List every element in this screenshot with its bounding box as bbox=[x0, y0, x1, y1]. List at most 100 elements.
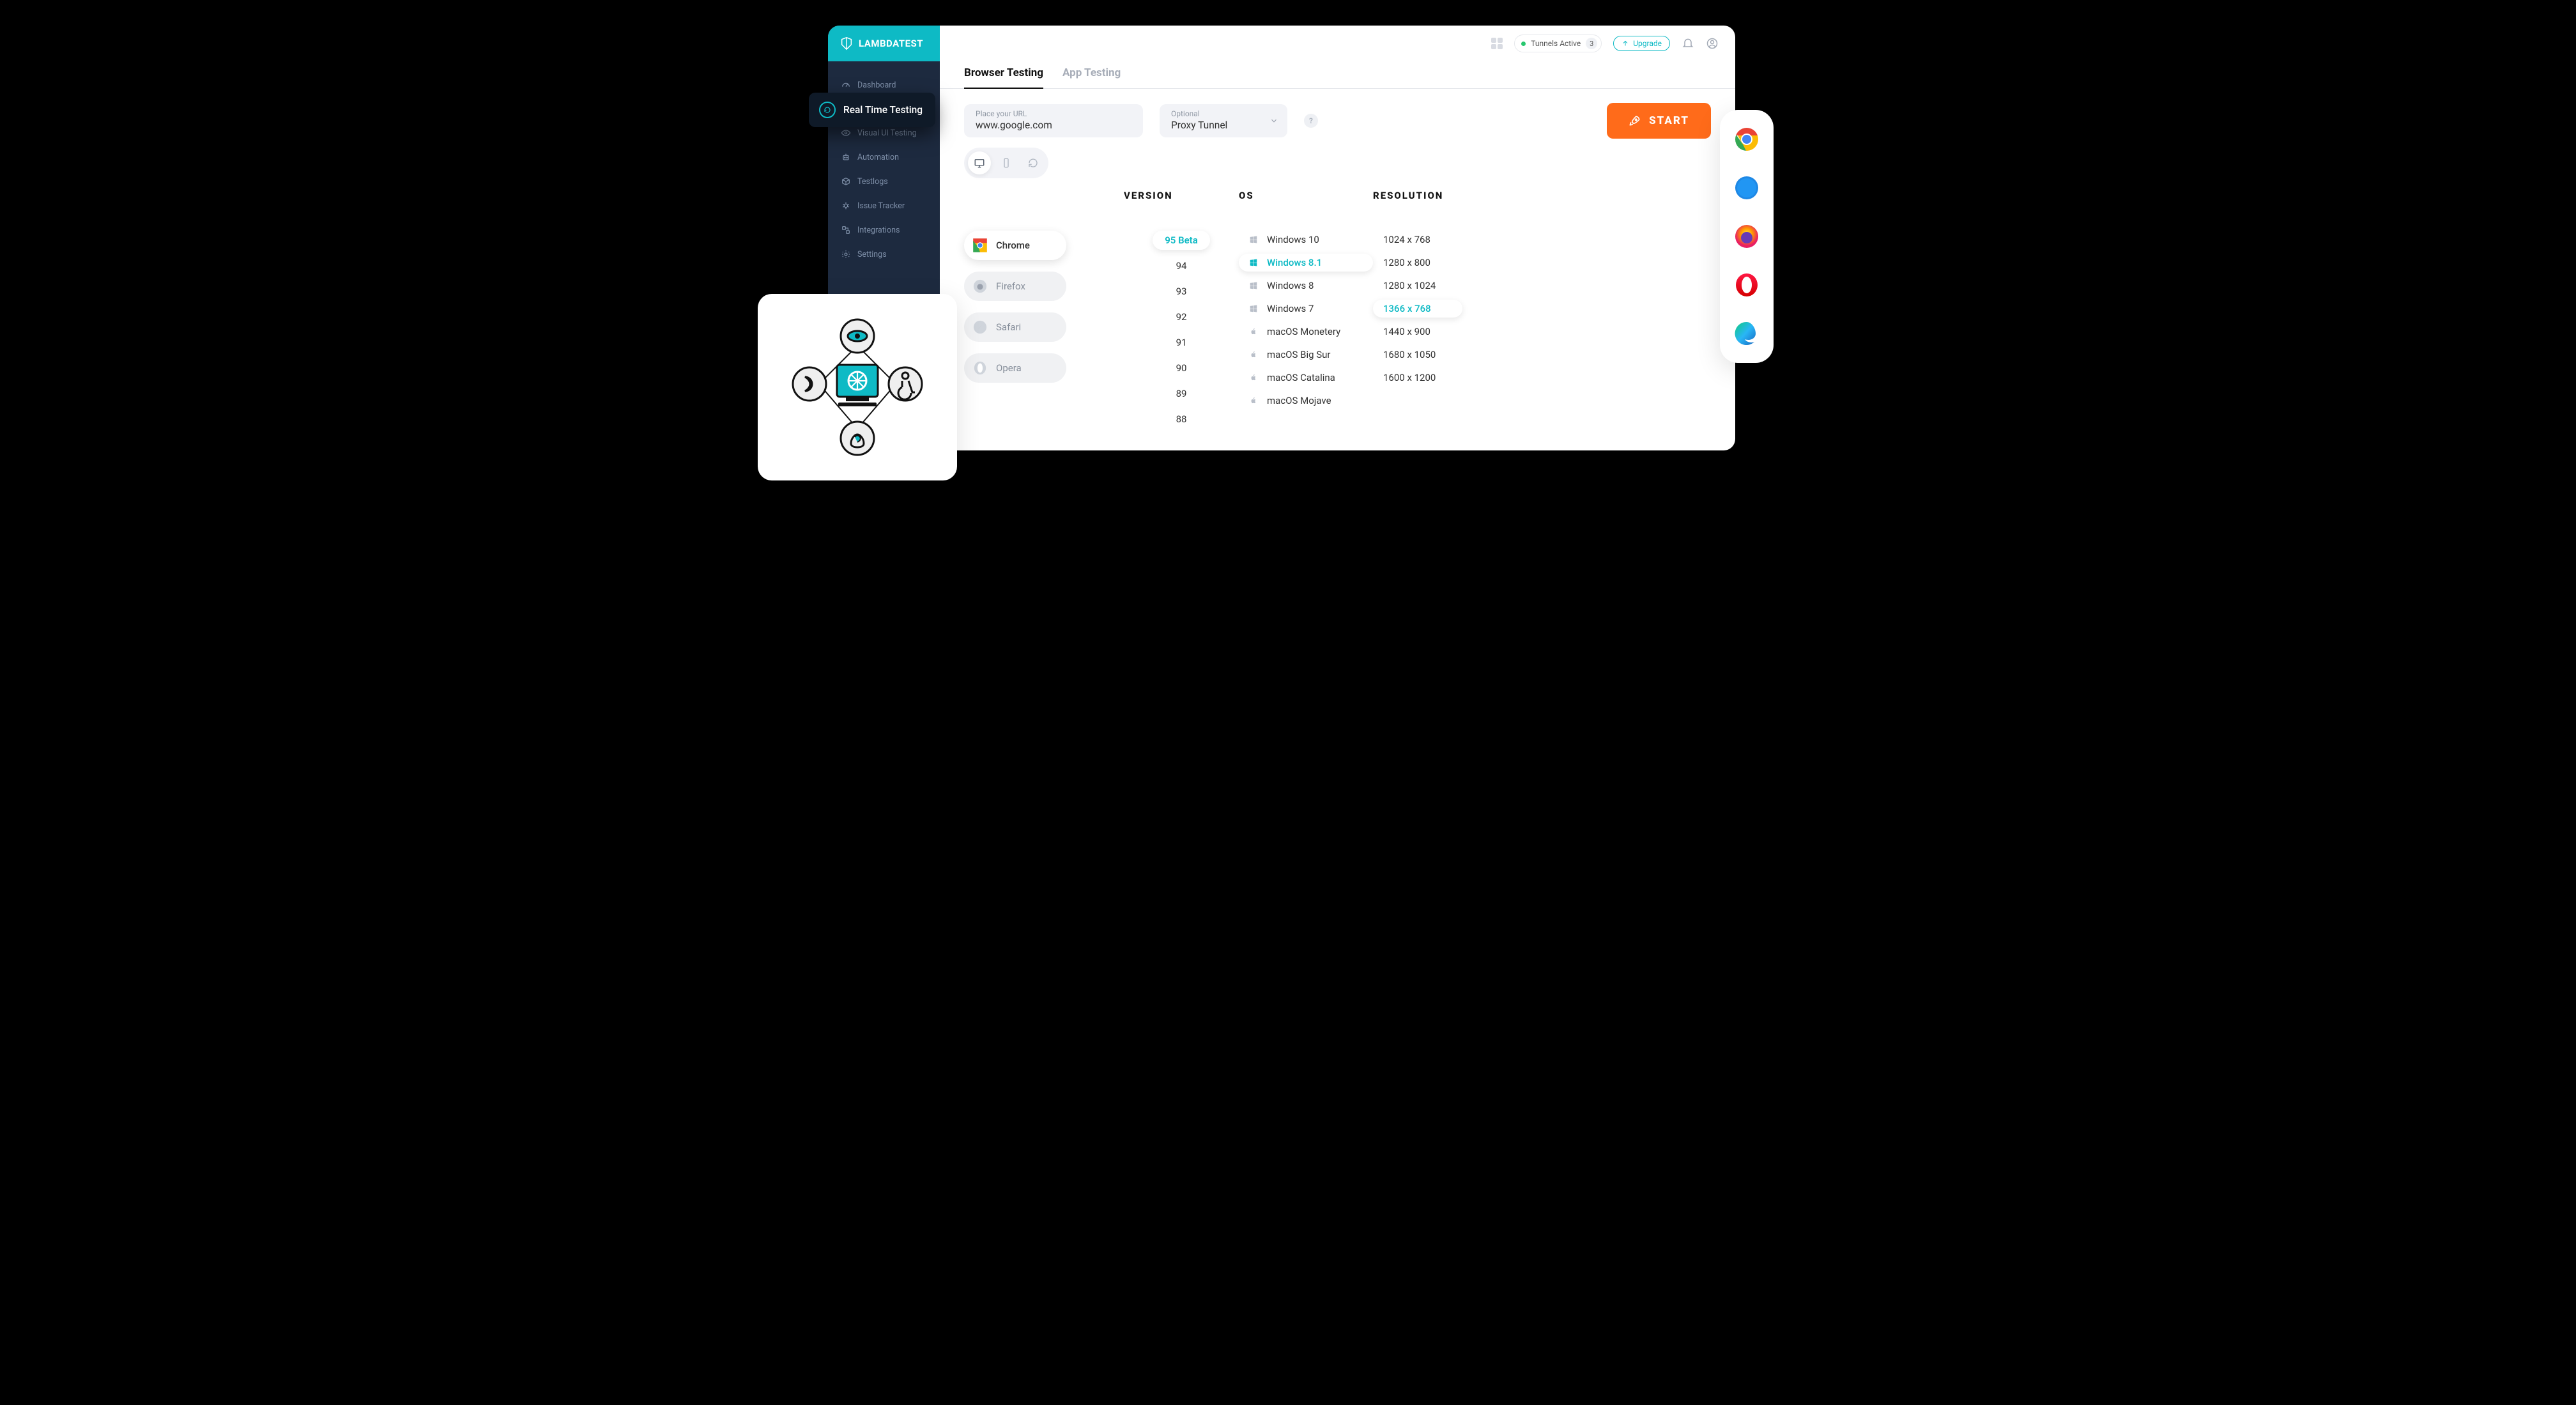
os-list: Windows 10 Windows 8.1 Windows 8 Windows 7 m… bbox=[1239, 214, 1373, 429]
tunnels-label: Tunnels Active bbox=[1531, 39, 1581, 48]
upgrade-button[interactable]: Upgrade bbox=[1613, 36, 1670, 51]
box-icon bbox=[841, 176, 851, 187]
version-item[interactable]: 93 bbox=[1153, 282, 1210, 301]
apps-grid-icon[interactable] bbox=[1491, 38, 1503, 49]
os-item[interactable]: macOS Big Sur bbox=[1239, 346, 1373, 364]
version-item[interactable]: 92 bbox=[1153, 307, 1210, 326]
header-os: OS bbox=[1239, 190, 1373, 201]
sidebar-active-flyout[interactable]: Real Time Testing bbox=[809, 93, 935, 127]
tab-app-testing[interactable]: App Testing bbox=[1062, 66, 1121, 88]
device-history[interactable] bbox=[1022, 151, 1045, 174]
version-item[interactable]: 94 bbox=[1153, 256, 1210, 275]
opera-icon[interactable] bbox=[1733, 271, 1761, 299]
tab-browser-testing[interactable]: Browser Testing bbox=[964, 66, 1043, 88]
flyout-label: Real Time Testing bbox=[843, 104, 923, 116]
mobile-icon bbox=[1000, 157, 1012, 169]
eye-icon bbox=[841, 128, 851, 138]
help-icon[interactable]: ? bbox=[1304, 114, 1318, 128]
selection-grid: Chrome Firefox Safari Opera 95 Beta 94 93 92 91… bbox=[940, 214, 1735, 450]
os-item-label: Windows 8.1 bbox=[1267, 257, 1322, 268]
device-toggle bbox=[964, 148, 1048, 178]
resolution-item[interactable]: 1440 x 900 bbox=[1373, 323, 1462, 341]
profile-icon[interactable] bbox=[1706, 37, 1719, 50]
resolution-item[interactable]: 1024 x 768 bbox=[1373, 231, 1462, 249]
topbar: Tunnels Active 3 Upgrade bbox=[940, 26, 1735, 61]
sidebar-item-label: Integrations bbox=[857, 226, 900, 235]
sidebar-item-settings[interactable]: Settings bbox=[828, 242, 940, 266]
os-item-label: Windows 7 bbox=[1267, 303, 1314, 314]
os-item[interactable]: Windows 8 bbox=[1239, 277, 1373, 295]
sidebar-item-issue-tracker[interactable]: Issue Tracker bbox=[828, 194, 940, 218]
safari-icon bbox=[972, 319, 988, 335]
resolution-item[interactable]: 1280 x 1024 bbox=[1373, 277, 1462, 295]
apple-icon bbox=[1249, 350, 1258, 359]
version-item[interactable]: 91 bbox=[1153, 333, 1210, 352]
windows-icon bbox=[1249, 235, 1258, 244]
sidebar-item-label: Settings bbox=[857, 250, 887, 259]
chevron-down-icon bbox=[1269, 116, 1278, 125]
os-item-label: macOS Monetery bbox=[1267, 326, 1340, 337]
chrome-icon bbox=[972, 237, 988, 254]
browser-pill-safari[interactable]: Safari bbox=[964, 312, 1066, 342]
version-item[interactable]: 88 bbox=[1153, 410, 1210, 429]
device-mobile[interactable] bbox=[995, 151, 1018, 174]
bug-icon bbox=[841, 201, 851, 211]
tabs: Browser Testing App Testing bbox=[940, 61, 1735, 89]
browser-icons-card bbox=[1720, 110, 1774, 363]
upgrade-label: Upgrade bbox=[1633, 39, 1662, 48]
rocket-icon bbox=[1629, 114, 1641, 127]
browser-pill-label: Opera bbox=[996, 362, 1022, 374]
url-field-value: www.google.com bbox=[976, 119, 1131, 131]
edge-icon[interactable] bbox=[1733, 319, 1761, 348]
browser-pill-opera[interactable]: Opera bbox=[964, 353, 1066, 383]
os-item[interactable]: macOS Mojave bbox=[1239, 392, 1373, 410]
os-item[interactable]: macOS Catalina bbox=[1239, 369, 1373, 387]
app-window: LAMBDATEST Dashboard . Visual UI Testing… bbox=[828, 26, 1735, 450]
accessibility-card bbox=[758, 294, 957, 480]
browser-pill-chrome[interactable]: Chrome bbox=[964, 231, 1066, 260]
device-desktop[interactable] bbox=[968, 151, 991, 174]
sidebar-item-testlogs[interactable]: Testlogs bbox=[828, 169, 940, 194]
resolution-item[interactable]: 1600 x 1200 bbox=[1373, 369, 1462, 387]
sidebar-item-integrations[interactable]: Integrations bbox=[828, 218, 940, 242]
sidebar-item-label: Testlogs bbox=[857, 177, 888, 187]
url-field[interactable]: Place your URL www.google.com bbox=[964, 104, 1143, 137]
firefox-icon bbox=[972, 278, 988, 295]
resolution-item[interactable]: 1366 x 768 bbox=[1373, 300, 1462, 318]
apple-icon bbox=[1249, 327, 1258, 336]
version-item[interactable]: 90 bbox=[1153, 358, 1210, 378]
browser-pill-label: Firefox bbox=[996, 280, 1025, 292]
brand-logo-icon bbox=[839, 36, 854, 50]
proxy-field[interactable]: Optional Proxy Tunnel bbox=[1160, 104, 1287, 137]
safari-icon[interactable] bbox=[1733, 174, 1761, 202]
browser-pill-label: Chrome bbox=[996, 240, 1030, 251]
resolution-list: 1024 x 768 1280 x 800 1280 x 1024 1366 x 76… bbox=[1373, 214, 1501, 429]
version-item[interactable]: 89 bbox=[1153, 384, 1210, 403]
sidebar-item-automation[interactable]: Automation bbox=[828, 145, 940, 169]
sidebar-item-label: Visual UI Testing bbox=[857, 128, 917, 138]
proxy-field-label: Optional bbox=[1171, 109, 1276, 118]
bell-icon[interactable] bbox=[1682, 37, 1694, 50]
desktop-icon bbox=[974, 157, 985, 169]
brand-logo[interactable]: LAMBDATEST bbox=[828, 26, 940, 61]
version-item[interactable]: 95 Beta bbox=[1153, 231, 1210, 250]
browser-list: Chrome Firefox Safari Opera bbox=[964, 214, 1124, 429]
resolution-item[interactable]: 1680 x 1050 bbox=[1373, 346, 1462, 364]
resolution-item[interactable]: 1280 x 800 bbox=[1373, 254, 1462, 272]
chrome-icon[interactable] bbox=[1733, 125, 1761, 153]
header-version: VERSION bbox=[1124, 190, 1239, 201]
os-item[interactable]: Windows 8.1 bbox=[1239, 254, 1373, 272]
firefox-icon[interactable] bbox=[1733, 222, 1761, 250]
os-item[interactable]: macOS Monetery bbox=[1239, 323, 1373, 341]
browser-pill-label: Safari bbox=[996, 321, 1021, 333]
tunnels-status[interactable]: Tunnels Active 3 bbox=[1514, 35, 1602, 52]
os-item-label: Windows 10 bbox=[1267, 234, 1319, 245]
realtime-icon bbox=[819, 102, 836, 118]
windows-icon bbox=[1249, 281, 1258, 290]
sidebar-item-label: Dashboard bbox=[857, 81, 896, 90]
os-item[interactable]: Windows 10 bbox=[1239, 231, 1373, 249]
gear-icon bbox=[841, 249, 851, 259]
browser-pill-firefox[interactable]: Firefox bbox=[964, 272, 1066, 301]
start-button[interactable]: START bbox=[1607, 103, 1711, 139]
os-item[interactable]: Windows 7 bbox=[1239, 300, 1373, 318]
